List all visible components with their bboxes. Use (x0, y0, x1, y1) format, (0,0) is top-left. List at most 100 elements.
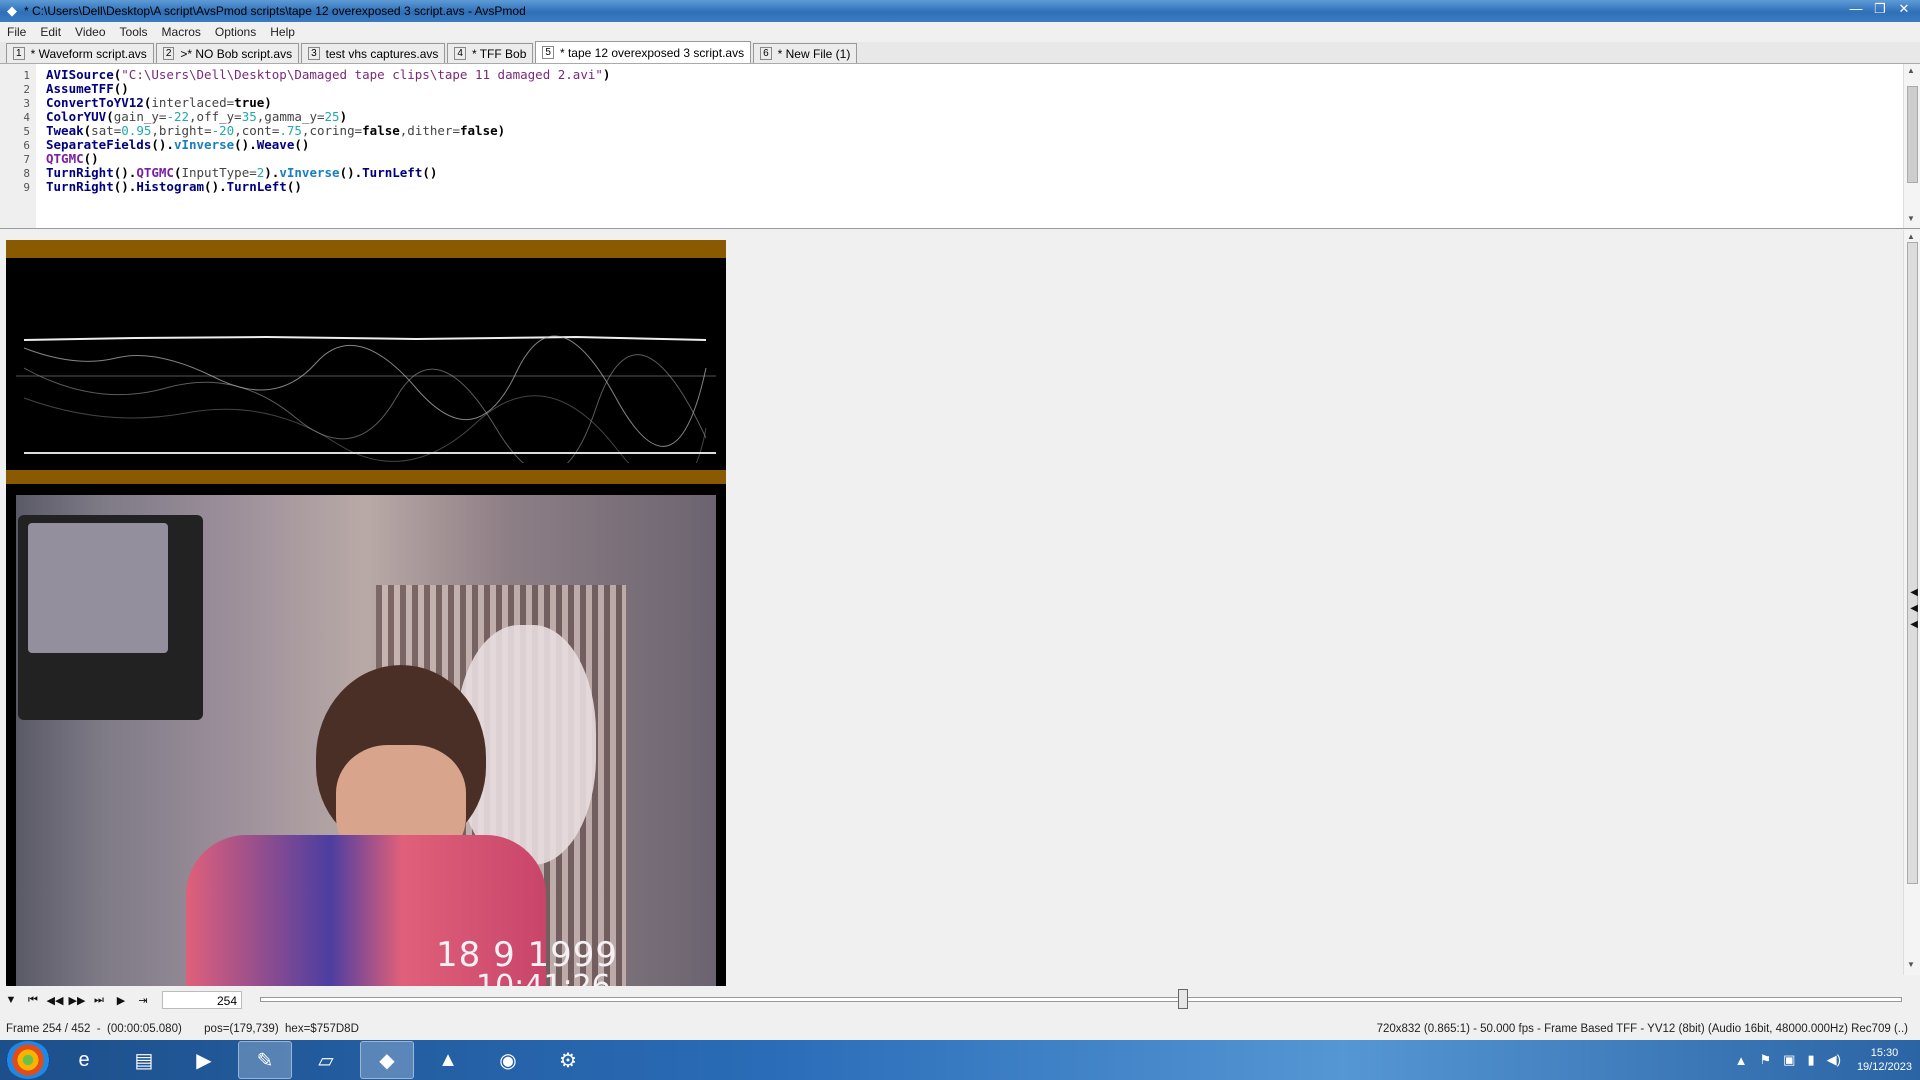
system-clock[interactable]: 15:30 19/12/2023 (1857, 1046, 1912, 1074)
code-line-9[interactable]: TurnRight().Histogram().TurnLeft() (46, 179, 302, 194)
argument-name: ,off_y= (189, 109, 242, 124)
code-punct: ) (497, 123, 506, 138)
volume-icon[interactable]: ◀) (1827, 1052, 1841, 1068)
function-name: TurnLeft (362, 165, 423, 180)
previous-frame-button[interactable]: ◀◀ (44, 994, 66, 1007)
goto-frame-button[interactable]: ⇥ (132, 994, 154, 1007)
code-punct: ( (106, 109, 114, 124)
tab-label: * New File (1) (777, 46, 851, 61)
internet-explorer-icon[interactable]: e (58, 1042, 110, 1078)
scroll-down-icon[interactable]: ▼ (1907, 960, 1915, 969)
menu-edit[interactable]: Edit (33, 25, 68, 39)
frame-number-input[interactable]: 254 (162, 991, 242, 1009)
action-center-flag-icon[interactable]: ⚑ (1760, 1052, 1772, 1068)
menu-dropdown-icon[interactable]: ▼ (0, 994, 22, 1006)
scroll-up-icon[interactable]: ▲ (1907, 66, 1915, 75)
code-line-6[interactable]: SeparateFields().vInverse().Weave() (46, 137, 309, 152)
status-bar: Frame 254 / 452 - (00:00:05.080) pos=(17… (0, 1020, 1920, 1038)
notepad-icon[interactable]: ▱ (300, 1042, 352, 1078)
scrollbar-thumb[interactable] (1907, 86, 1918, 183)
tab-new-file[interactable]: 6 * New File (1) (753, 43, 858, 63)
line-number: 1 (23, 69, 30, 82)
function-name: TurnLeft (226, 179, 287, 194)
keyword: false (460, 123, 498, 138)
file-explorer-icon[interactable]: ▤ (118, 1042, 170, 1078)
side-panel-toggle[interactable]: ◀ ◀ ◀ (1910, 585, 1918, 633)
tab-label: * Waveform script.avs (30, 46, 147, 61)
number-literal: -20 (211, 123, 235, 138)
window-controls: — ❐ ✕ (1844, 0, 1916, 18)
timeline-slider[interactable] (260, 989, 1902, 1009)
menu-options[interactable]: Options (208, 25, 263, 39)
avspmod-icon[interactable]: ◆ (360, 1041, 414, 1079)
menu-macros[interactable]: Macros (155, 25, 208, 39)
tab-tape-12-overexposed[interactable]: 5 * tape 12 overexposed 3 script.avs (535, 41, 752, 63)
menu-video[interactable]: Video (68, 25, 112, 39)
tab-tff-bob[interactable]: 4 * TFF Bob (447, 43, 534, 63)
argument-name: ,bright= (151, 123, 212, 138)
method-name: vInverse (279, 165, 340, 180)
code-punct: () (286, 179, 302, 194)
code-line-5[interactable]: Tweak(sat=0.95,bright=-20,cont=.75,corin… (46, 123, 505, 138)
play-button[interactable]: ▶ (110, 994, 132, 1007)
time-stamp: 10:41:26 (476, 969, 611, 986)
script-editor[interactable]: 1 2 3 4 5 6 7 8 9 AVISource("C:\Users\De… (0, 64, 1920, 229)
function-name: TurnRight (46, 179, 114, 194)
avspmod-app-icon[interactable]: ◆ (4, 3, 20, 19)
function-name: TurnRight (46, 165, 114, 180)
keyword: false (362, 123, 400, 138)
power-icon[interactable]: ▮ (1807, 1052, 1814, 1068)
argument-name: gain_y= (113, 109, 167, 124)
tab-label: >* NO Bob script.avs (180, 46, 293, 61)
media-player-icon[interactable]: ▶ (178, 1042, 230, 1078)
argument-name: ,dither= (399, 123, 460, 138)
line-number: 5 (23, 125, 30, 138)
function-name: SeparateFields (46, 137, 152, 152)
close-button[interactable]: ✕ (1892, 0, 1916, 18)
tab-test-vhs-captures[interactable]: 3 test vhs captures.avs (301, 43, 446, 63)
argument-name: interlaced= (151, 95, 235, 110)
editor-scrollbar[interactable]: ▲ ▼ (1903, 64, 1920, 228)
code-line-2[interactable]: AssumeTFF() (46, 81, 129, 96)
paint-icon[interactable]: ✎ (238, 1041, 292, 1079)
vlc-icon[interactable]: ▲ (422, 1042, 474, 1078)
menu-file[interactable]: File (0, 25, 33, 39)
video-frame[interactable]: 18 9 1999 10:41:26 (6, 240, 726, 986)
tab-waveform-script[interactable]: 1 * Waveform script.avs (6, 43, 154, 63)
code-punct: ) (602, 67, 611, 82)
minimize-button[interactable]: — (1844, 0, 1868, 18)
code-line-4[interactable]: ColorYUV(gain_y=-22,off_y=35,gamma_y=25) (46, 109, 347, 124)
code-punct: (). (234, 137, 257, 152)
last-frame-button[interactable]: ⏭ (88, 994, 110, 1007)
windows-taskbar: e ▤ ▶ ✎ ▱ ◆ ▲ ◉ ⚙ ▲ ⚑ ▣ ▮ ◀) 15:30 19/12… (0, 1040, 1920, 1080)
code-line-3[interactable]: ConvertToYV12(interlaced=true) (46, 95, 272, 110)
tab-no-bob-script[interactable]: 2 >* NO Bob script.avs (155, 43, 300, 63)
clock-time: 15:30 (1870, 1047, 1899, 1059)
string-literal: "C:\Users\Dell\Desktop\Damaged tape clip… (121, 67, 603, 82)
code-line-8[interactable]: TurnRight().QTGMC(InputType=2).vInverse(… (46, 165, 437, 180)
scroll-up-icon[interactable]: ▲ (1907, 232, 1915, 241)
start-button[interactable] (6, 1041, 50, 1079)
line-number: 8 (23, 167, 30, 180)
next-frame-button[interactable]: ▶▶ (66, 994, 88, 1007)
chrome-icon[interactable]: ◉ (482, 1042, 534, 1078)
code-punct: ). (264, 165, 280, 180)
video-preview-pane: 18 9 1999 10:41:26 ▲ ▼ ◀◀◀ (0, 230, 1920, 986)
first-frame-button[interactable]: ⏮ (22, 994, 44, 1007)
tab-number: 1 (13, 47, 25, 60)
scrollbar-thumb[interactable] (1907, 242, 1918, 884)
restore-button[interactable]: ❐ (1868, 0, 1892, 18)
menu-help[interactable]: Help (263, 25, 302, 39)
code-line-7[interactable]: QTGMC() (46, 151, 99, 166)
menu-tools[interactable]: Tools (113, 25, 155, 39)
scroll-down-icon[interactable]: ▼ (1907, 214, 1915, 223)
number-literal: 35 (241, 109, 257, 124)
timeline-slider-knob[interactable] (1178, 989, 1188, 1009)
network-icon[interactable]: ▣ (1783, 1052, 1795, 1068)
settings-icon[interactable]: ⚙ (542, 1042, 594, 1078)
line-number-gutter: 1 2 3 4 5 6 7 8 9 (0, 64, 36, 228)
code-punct: () (294, 137, 310, 152)
video-image: 18 9 1999 10:41:26 (16, 495, 716, 986)
show-hidden-icons-icon[interactable]: ▲ (1735, 1053, 1748, 1068)
code-line-1[interactable]: AVISource("C:\Users\Dell\Desktop\Damaged… (46, 67, 610, 82)
